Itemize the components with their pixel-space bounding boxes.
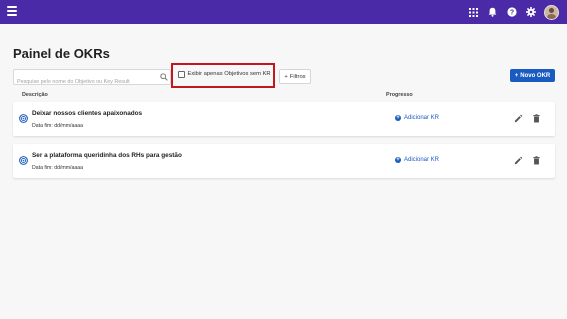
add-kr-button[interactable]: + Adicionar KR: [395, 157, 439, 163]
add-kr-button[interactable]: + Adicionar KR: [395, 115, 439, 121]
objective-target-icon: [19, 156, 28, 165]
objective-end-date: Data fim: dd/mm/aaaa: [32, 123, 84, 129]
objective-card[interactable]: Deixar nossos clientes apaixonados Data …: [13, 102, 555, 136]
top-icons: ?: [468, 4, 559, 20]
plus-icon: +: [514, 72, 519, 79]
add-kr-label: Adicionar KR: [404, 115, 440, 121]
filters-label: Filtros: [289, 73, 306, 80]
filters-button[interactable]: + Filtros: [279, 69, 311, 84]
objectives-without-kr-checkbox[interactable]: Exibir apenas Objetivos sem KR: [178, 71, 271, 78]
objective-target-icon: [19, 114, 28, 123]
objective-end-date: Data fim: dd/mm/aaaa: [32, 165, 84, 171]
checkbox[interactable]: [178, 71, 185, 78]
search-field[interactable]: [13, 69, 171, 89]
add-circle-icon: +: [395, 157, 401, 163]
objective-title[interactable]: Deixar nossos clientes apaixonados: [32, 110, 142, 117]
add-circle-icon: +: [395, 115, 401, 121]
column-header-progress: Progresso: [386, 92, 413, 98]
new-okr-label: Novo OKR: [520, 72, 551, 79]
edit-pencil-icon[interactable]: [514, 114, 523, 123]
search-input[interactable]: [14, 75, 153, 89]
search-icon[interactable]: [160, 73, 168, 81]
new-okr-button[interactable]: + Novo OKR: [510, 69, 555, 82]
checkbox-label: Exibir apenas Objetivos sem KR: [187, 71, 271, 78]
avatar[interactable]: [544, 4, 559, 20]
column-header-description: Descrição: [22, 92, 48, 98]
add-kr-label: Adicionar KR: [404, 157, 440, 163]
top-app-bar: ?: [0, 0, 567, 24]
gear-icon[interactable]: [525, 7, 536, 18]
svg-text:?: ?: [509, 10, 513, 17]
objective-card[interactable]: Ser a plataforma queridinha dos RHs para…: [13, 144, 555, 178]
menu-icon[interactable]: [7, 6, 17, 16]
delete-trash-icon[interactable]: [532, 114, 541, 123]
edit-pencil-icon[interactable]: [514, 156, 523, 165]
apps-grid-icon[interactable]: [468, 7, 479, 18]
help-icon[interactable]: ?: [506, 7, 517, 18]
delete-trash-icon[interactable]: [532, 156, 541, 165]
plus-icon: +: [284, 73, 288, 80]
objective-title[interactable]: Ser a plataforma queridinha dos RHs para…: [32, 152, 182, 159]
page-title: Painel de OKRs: [13, 46, 110, 61]
bell-icon[interactable]: [487, 7, 498, 18]
